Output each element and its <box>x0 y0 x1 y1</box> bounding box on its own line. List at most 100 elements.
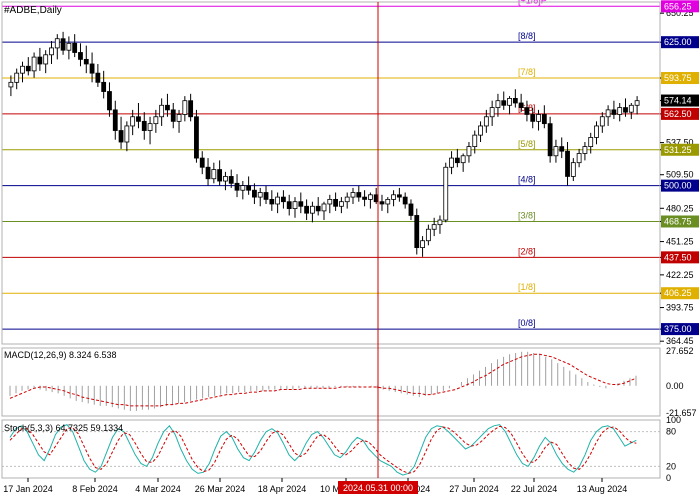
price-marker-label: 656.25 <box>664 1 692 11</box>
candle-body <box>431 224 437 230</box>
candle-body <box>570 162 576 177</box>
candle-body <box>536 114 541 122</box>
price-tick-label: 422.25 <box>666 270 694 280</box>
candle-body <box>338 201 344 207</box>
candle-body <box>356 192 362 198</box>
candle-body <box>54 38 60 49</box>
candle-body <box>541 114 547 125</box>
candle-body <box>286 201 292 209</box>
candle-body <box>136 116 141 122</box>
candle-body <box>205 166 211 180</box>
candle-body <box>414 215 420 248</box>
stoch-tick-label: 0 <box>666 473 671 483</box>
macd-panel[interactable] <box>9 351 637 411</box>
panel-frame <box>1 1 661 345</box>
candle-body <box>124 125 130 143</box>
candle-body <box>257 192 263 198</box>
macd-tick-label: 27.652 <box>666 346 694 356</box>
price-marker-label: 437.50 <box>664 252 692 262</box>
date-tick-label: 22 Jul 2024 <box>511 484 558 494</box>
candle-body <box>576 153 582 164</box>
price-tick-label: 451.25 <box>666 237 694 247</box>
candle-body <box>367 194 373 200</box>
candle-body <box>333 198 338 207</box>
crosshair-date-label: 2024.05.31 00:00 <box>343 483 413 493</box>
candle-body <box>362 196 367 200</box>
candle-body <box>582 146 588 154</box>
candle-body <box>66 42 72 51</box>
candle-body <box>501 100 507 106</box>
stoch-tick-label: 20 <box>666 461 676 471</box>
candle-body <box>466 146 472 157</box>
candle-body <box>565 150 570 177</box>
candle-body <box>170 109 176 122</box>
symbol-label: #ADBE,Daily <box>4 5 62 16</box>
murrey-label: [4/8] <box>518 175 536 185</box>
price-marker-label: 375.00 <box>664 324 692 334</box>
candle-body <box>147 123 153 131</box>
candle-body <box>454 157 460 164</box>
price-tick-label: 480.25 <box>666 203 694 213</box>
candle-body <box>611 109 617 115</box>
candle-body <box>402 196 408 205</box>
candle-body <box>559 146 565 152</box>
price-marker-label: 531.25 <box>664 145 692 155</box>
candle-body <box>425 228 431 242</box>
candle-body <box>159 104 165 118</box>
candle-body <box>379 201 385 205</box>
candle-body <box>599 116 605 127</box>
candle-body <box>20 65 25 74</box>
candle-body <box>292 201 298 209</box>
candle-body <box>385 198 391 205</box>
candle-body <box>153 116 159 125</box>
candle-body <box>310 205 315 214</box>
murrey-label: [7/8] <box>518 67 536 77</box>
candle-body <box>275 196 281 205</box>
candle-body <box>605 109 611 118</box>
candle-body <box>101 81 107 92</box>
candle-body <box>304 205 310 214</box>
candle-body <box>228 176 234 184</box>
date-tick-label: 17 Jan 2024 <box>3 484 53 494</box>
candle-body <box>252 189 257 198</box>
candle-body <box>408 203 414 216</box>
macd-label: MACD(12,26,9) 8.324 6.538 <box>4 350 117 360</box>
macd-signal-line <box>9 353 637 407</box>
candle-body <box>489 107 495 118</box>
price-panel[interactable]: [+1/8]P[8/8][7/8][6/8][5/8][4/8][3/8][2/… <box>2 0 660 330</box>
candle-body <box>478 125 483 136</box>
candle-body <box>443 166 449 221</box>
candle-body <box>588 137 594 148</box>
candle-body <box>14 72 20 83</box>
candle-body <box>199 157 205 168</box>
candle-body <box>512 98 518 104</box>
murrey-label: [0/8] <box>518 318 536 328</box>
murrey-label: [8/8] <box>518 31 536 41</box>
candle-body <box>269 198 275 205</box>
candle-body <box>118 130 124 143</box>
candle-body <box>49 47 54 56</box>
candle-body <box>37 56 43 65</box>
candle-body <box>246 185 252 191</box>
candle-body <box>344 196 350 203</box>
murrey-label: [1/8] <box>518 282 536 292</box>
candle-body <box>495 100 501 108</box>
candle-body <box>112 109 118 131</box>
date-tick-label: 26 Mar 2024 <box>195 484 246 494</box>
stoch-tick-label: 100 <box>666 415 681 425</box>
candle-body <box>141 120 147 131</box>
candle-body <box>83 58 89 65</box>
candle-body <box>176 114 182 122</box>
candle-body <box>188 100 194 118</box>
price-tick-label: 393.75 <box>666 303 694 313</box>
candle-body <box>194 116 199 159</box>
candle-body <box>327 198 333 205</box>
candle-body <box>89 63 95 74</box>
trading-chart[interactable]: [+1/8]P[8/8][7/8][6/8][5/8][4/8][3/8][2/… <box>0 0 700 500</box>
candle-body <box>211 169 217 180</box>
stoch-label: Stoch(5,3,3) 64.7325 59.1334 <box>4 423 123 433</box>
candle-body <box>25 65 31 72</box>
candle-body <box>483 116 489 127</box>
candle-body <box>95 72 101 83</box>
candle-body <box>518 102 524 108</box>
